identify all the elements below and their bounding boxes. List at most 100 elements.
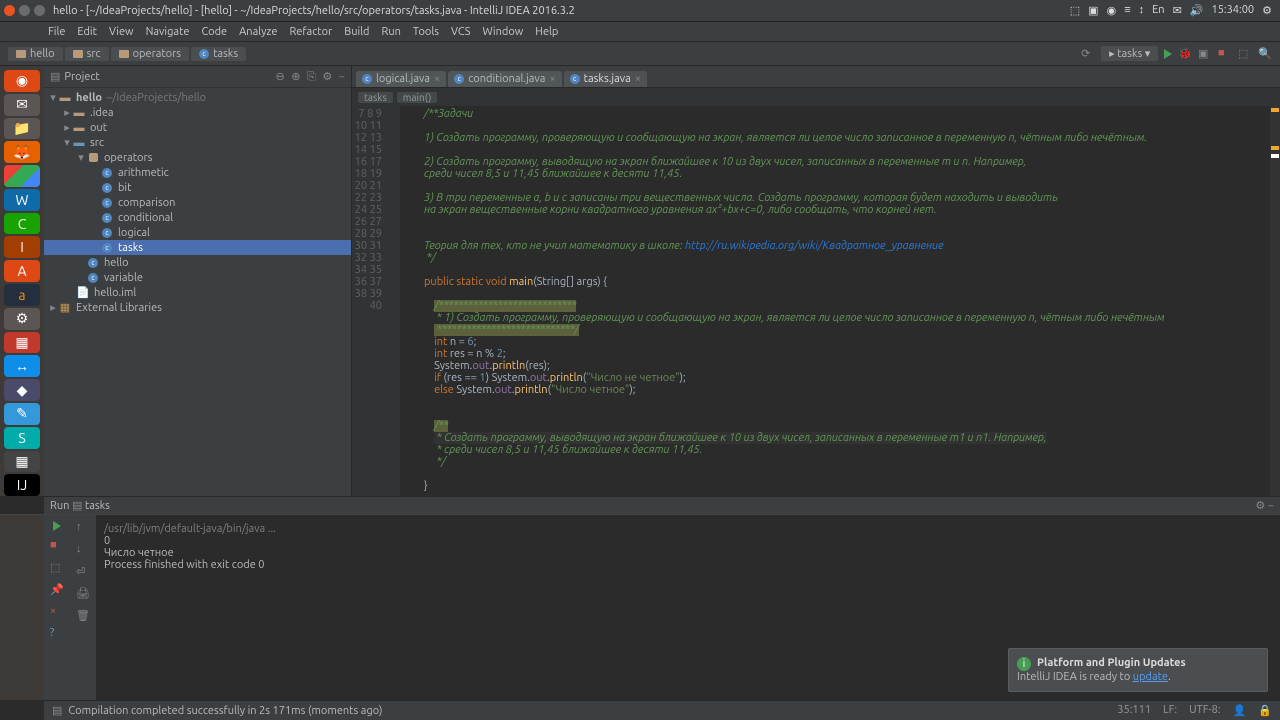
tray-icon[interactable]: ▣ — [1088, 4, 1098, 17]
tray-icon[interactable]: 🔊 — [1190, 4, 1204, 17]
menu-build[interactable]: Build — [344, 26, 369, 38]
pin-icon[interactable]: 📌 — [50, 583, 64, 597]
up-icon[interactable]: ↑ — [76, 521, 90, 535]
menu-refactor[interactable]: Refactor — [289, 26, 332, 38]
down-icon[interactable]: ↓ — [76, 543, 90, 557]
wrap-icon[interactable]: ⏎ — [76, 565, 90, 579]
gutter-icons — [388, 106, 400, 496]
build-icon[interactable]: ⟳ — [1081, 47, 1095, 61]
breadcrumb[interactable]: hello — [8, 47, 63, 61]
coverage-icon[interactable]: ▣ — [1198, 47, 1212, 61]
tab-conditional[interactable]: cconditional.java× — [448, 71, 561, 87]
intellij-icon[interactable]: IJ — [4, 474, 40, 496]
amazon-icon[interactable]: a — [4, 284, 40, 306]
update-notification[interactable]: i Platform and Plugin Updates IntelliJ I… — [1008, 648, 1268, 692]
navigation-toolbar: hello src operators ctasks ⟳ ▸ tasks ▾ 🐞… — [0, 42, 1280, 66]
run-tab-label[interactable]: Run ▤ tasks — [50, 499, 110, 512]
print-icon[interactable]: 🖨 — [76, 587, 90, 601]
app-icon[interactable]: ✎ — [4, 403, 40, 425]
tab-logical[interactable]: clogical.java× — [356, 71, 446, 87]
minimize-icon[interactable] — [19, 5, 30, 16]
app-icon[interactable]: ◆ — [4, 379, 40, 401]
chrome-icon[interactable] — [4, 165, 40, 187]
settings-icon[interactable]: ⚙ − — [1255, 499, 1274, 512]
menu-help[interactable]: Help — [535, 26, 558, 38]
search-icon[interactable]: 🔍 — [1258, 47, 1272, 61]
update-link[interactable]: update — [1133, 671, 1168, 683]
menu-file[interactable]: File — [48, 26, 65, 38]
rerun-icon[interactable] — [53, 521, 61, 531]
project-view-icon[interactable]: ▤ — [50, 70, 60, 83]
expand-icon[interactable]: ⊕ — [291, 71, 300, 83]
close-tab-icon[interactable]: × — [434, 73, 440, 85]
app-icon[interactable]: S — [4, 427, 40, 449]
tray-time[interactable]: 15:34:00 — [1211, 4, 1254, 17]
project-tree[interactable]: ▾▬hello~/IdeaProjects/hello ▸▬.idea ▸▬ou… — [44, 88, 351, 496]
menu-view[interactable]: View — [109, 26, 134, 38]
menu-vcs[interactable]: VCS — [451, 26, 471, 38]
app-icon[interactable]: ▦ — [4, 332, 40, 354]
lock-icon[interactable]: 🔒 — [1258, 704, 1272, 717]
tray-icon[interactable]: ≡ — [1124, 4, 1130, 17]
close-icon[interactable] — [4, 5, 15, 16]
app-icon[interactable]: ▦ — [4, 451, 40, 473]
tray-icon[interactable]: En — [1152, 4, 1164, 17]
run-toolbar-2: ↑ ↓ ⏎ 🖨 🗑 — [70, 515, 96, 700]
menu-analyze[interactable]: Analyze — [239, 26, 277, 38]
error-stripe[interactable] — [1270, 106, 1280, 496]
files-icon[interactable]: 📁 — [4, 118, 40, 140]
tray-icon[interactable]: ⬚ — [1070, 4, 1080, 17]
tray-icon[interactable]: ◉ — [1107, 4, 1117, 17]
status-icon[interactable]: ▤ — [52, 704, 62, 717]
maximize-icon[interactable] — [34, 5, 45, 16]
line-separator[interactable]: LF: — [1163, 704, 1177, 717]
inspect-icon[interactable]: 👤 — [1233, 704, 1247, 717]
file-encoding[interactable]: UTF-8: — [1189, 704, 1221, 717]
run-config-selector[interactable]: ▸ tasks ▾ — [1101, 46, 1158, 61]
source-text[interactable]: /**Задачи 1) Создать программу, проверяю… — [400, 106, 1280, 496]
line-gutter: 7 8 9 10 11 12 13 14 15 16 17 18 19 20 2… — [352, 106, 388, 496]
code-area[interactable]: 7 8 9 10 11 12 13 14 15 16 17 18 19 20 2… — [352, 106, 1280, 496]
menu-tools[interactable]: Tools — [413, 26, 439, 38]
impress-icon[interactable]: I — [4, 236, 40, 258]
hide-icon[interactable]: − — [339, 71, 345, 83]
menu-run[interactable]: Run — [381, 26, 400, 38]
close-tab-icon[interactable]: × — [549, 73, 555, 85]
stop-icon[interactable]: ■ — [50, 539, 64, 553]
calc-icon[interactable]: C — [4, 213, 40, 235]
tray-icon[interactable]: ✉ — [1173, 4, 1182, 17]
stop-icon[interactable]: ■ — [1218, 47, 1232, 61]
structure-breadcrumb[interactable]: tasksmain() — [352, 88, 1280, 106]
tab-tasks[interactable]: ctasks.java× — [564, 71, 647, 87]
layout-icon[interactable]: ⬚ — [50, 561, 64, 575]
teamviewer-icon[interactable]: ↔ — [4, 355, 40, 377]
caret-position[interactable]: 35:111 — [1117, 704, 1151, 717]
ubuntu-dash-icon[interactable]: ◉ — [4, 70, 40, 92]
clear-icon[interactable]: 🗑 — [76, 609, 90, 623]
tray-icon[interactable]: ↕ — [1139, 4, 1145, 17]
breadcrumb[interactable]: ctasks — [191, 47, 246, 61]
close-tab-icon[interactable]: × — [635, 73, 641, 85]
gear-icon[interactable]: ⚙ — [1262, 4, 1272, 17]
layout-icon[interactable]: ⬚ — [1238, 47, 1252, 61]
software-icon[interactable]: A — [4, 260, 40, 282]
collapse-icon[interactable]: ⊖ — [276, 71, 285, 83]
menu-window[interactable]: Window — [483, 26, 524, 38]
menu-navigate[interactable]: Navigate — [146, 26, 190, 38]
firefox-icon[interactable]: 🦊 — [4, 141, 40, 163]
menu-edit[interactable]: Edit — [77, 26, 97, 38]
breadcrumb[interactable]: operators — [111, 47, 189, 61]
settings-icon[interactable]: ⚙ — [322, 71, 332, 83]
run-panel-header: Run ▤ tasks ⚙ − — [44, 496, 1280, 514]
thunderbird-icon[interactable]: ✉ — [4, 94, 40, 116]
writer-icon[interactable]: W — [4, 189, 40, 211]
run-button[interactable] — [1164, 49, 1172, 59]
project-header[interactable]: Project — [64, 71, 271, 83]
scroll-from-icon[interactable]: ⎘ — [307, 71, 316, 83]
menu-code[interactable]: Code — [201, 26, 227, 38]
breadcrumb[interactable]: src — [65, 47, 109, 61]
help-icon[interactable]: ? — [50, 627, 64, 641]
debug-button[interactable]: 🐞 — [1178, 47, 1192, 60]
settings-icon[interactable]: ⚙ — [4, 308, 40, 330]
close-icon[interactable]: × — [50, 605, 64, 619]
